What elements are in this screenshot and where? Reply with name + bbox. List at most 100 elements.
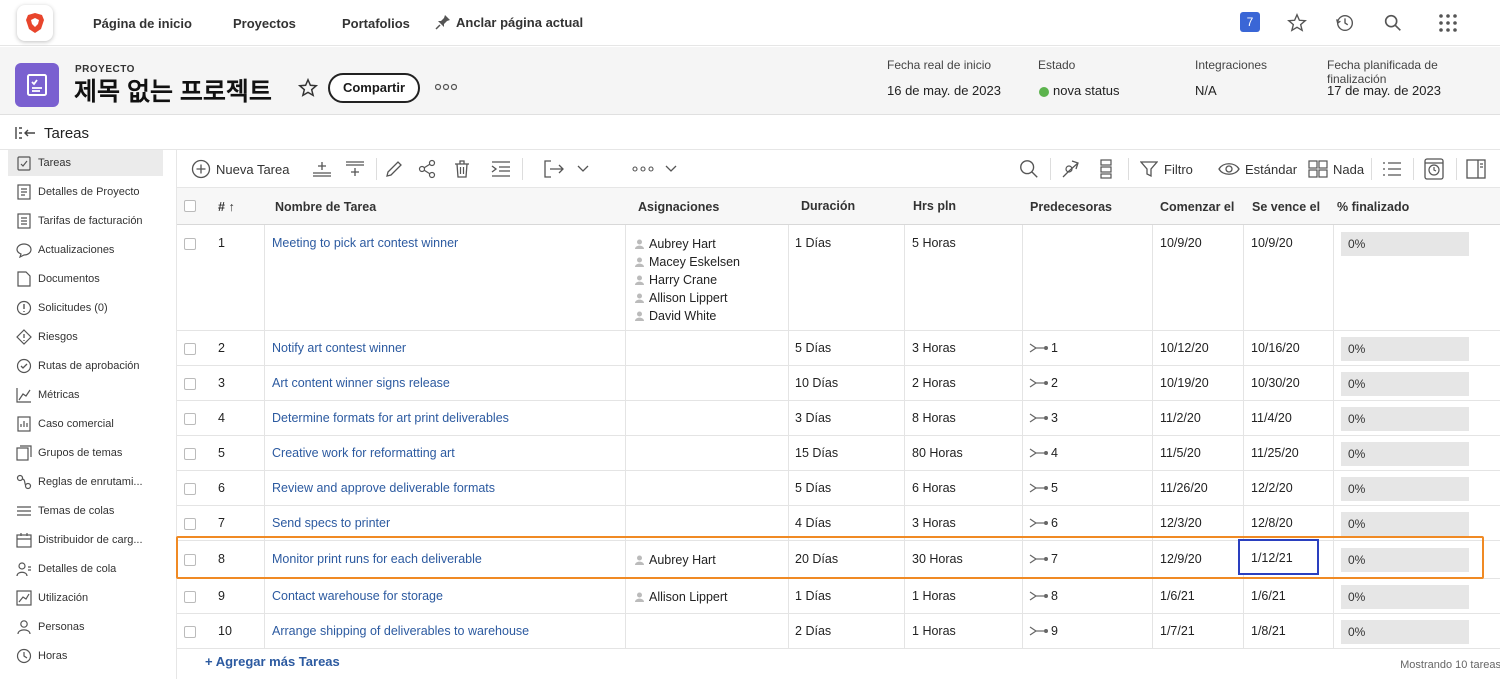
sidebar-item-billing[interactable]: Tarifas de facturación (8, 208, 163, 234)
assignee[interactable]: Harry Crane (635, 271, 740, 289)
grouping-button[interactable]: Nada (1308, 159, 1364, 179)
percent-complete-bar[interactable]: 0% (1341, 407, 1469, 431)
side-panel-icon[interactable] (1466, 159, 1486, 179)
predecessor-map-icon[interactable] (1060, 159, 1082, 179)
planned-hours-value[interactable]: 1 Horas (912, 624, 956, 638)
insert-below-icon[interactable] (345, 159, 365, 179)
search-icon[interactable] (1018, 159, 1040, 179)
duration-value[interactable]: 1 Días (795, 589, 831, 603)
table-row[interactable]: 2 Notify art contest winner 5 Días 3 Horas 1… (177, 331, 1500, 366)
sidebar-item-workload[interactable]: Distribuidor de carg... (8, 527, 163, 553)
start-date[interactable]: 11/5/20 (1160, 446, 1201, 460)
planned-hours-value[interactable]: 8 Horas (912, 411, 956, 425)
row-checkbox[interactable] (184, 378, 196, 390)
sidebar-item-queue-topics[interactable]: Temas de colas (8, 498, 163, 524)
row-checkbox[interactable] (184, 518, 196, 530)
assignments-cell[interactable]: Allison Lippert (635, 588, 728, 606)
search-icon[interactable] (1382, 12, 1404, 34)
task-name-link[interactable]: Monitor print runs for each deliverable (272, 552, 482, 566)
table-row[interactable]: 4 Determine formats for art print deliver… (177, 401, 1500, 436)
table-row[interactable]: 5 Creative work for reformatting art 15 Dí… (177, 436, 1500, 471)
row-checkbox[interactable] (184, 413, 196, 425)
planned-hours-value[interactable]: 2 Horas (912, 376, 956, 390)
due-date[interactable]: 10/30/20 (1251, 376, 1300, 390)
hierarchy-icon[interactable] (1096, 159, 1116, 179)
task-name-link[interactable]: Arrange shipping of deliverables to ware… (272, 624, 529, 638)
duration-value[interactable]: 2 Días (795, 624, 831, 638)
export-icon[interactable] (543, 159, 565, 179)
row-checkbox[interactable] (184, 238, 196, 250)
row-checkbox[interactable] (184, 626, 196, 638)
percent-complete-bar[interactable]: 0% (1341, 512, 1469, 536)
sidebar-item-requests[interactable]: Solicitudes (0) (8, 295, 163, 321)
col-header-due[interactable]: Se vence el (1252, 200, 1320, 214)
sidebar-item-utilization[interactable]: Utilización (8, 585, 163, 611)
due-date[interactable]: 12/2/20 (1251, 481, 1293, 495)
sidebar-item-project-details[interactable]: Detalles de Proyecto (8, 179, 163, 205)
due-date[interactable]: 11/25/20 (1251, 446, 1299, 460)
list-view-icon[interactable] (1382, 159, 1402, 179)
duration-value[interactable]: 4 Días (795, 516, 831, 530)
planned-hours-value[interactable]: 5 Horas (912, 236, 956, 250)
sidebar-item-updates[interactable]: Actualizaciones (8, 237, 163, 263)
row-checkbox[interactable] (184, 343, 196, 355)
sidebar-item-routing-rules[interactable]: Reglas de enrutami... (8, 469, 163, 495)
table-row[interactable]: 6 Review and approve deliverable formats 5… (177, 471, 1500, 506)
row-checkbox[interactable] (184, 591, 196, 603)
col-header-duration[interactable]: Duración (801, 199, 855, 213)
duration-value[interactable]: 10 Días (795, 376, 838, 390)
nav-projects[interactable]: Proyectos (233, 16, 296, 31)
duration-value[interactable]: 5 Días (795, 341, 831, 355)
select-all-checkbox[interactable] (184, 200, 196, 212)
row-checkbox[interactable] (184, 448, 196, 460)
sidebar-item-tasks[interactable]: Tareas (8, 150, 163, 176)
sidebar-item-queue-details[interactable]: Detalles de cola (8, 556, 163, 582)
history-icon[interactable] (1334, 12, 1356, 34)
predecessor-value[interactable]: 2 (1029, 376, 1058, 390)
table-row[interactable]: 1 Meeting to pick art contest winner Aubre… (177, 225, 1500, 331)
favorite-star-icon[interactable] (297, 77, 319, 99)
percent-complete-bar[interactable]: 0% (1341, 548, 1469, 572)
task-name-link[interactable]: Notify art contest winner (272, 341, 406, 355)
table-row[interactable]: 7 Send specs to printer 4 Días 3 Horas 6 12/3… (177, 506, 1500, 541)
app-grid-icon[interactable] (1437, 12, 1459, 34)
share-button[interactable]: Compartir (328, 73, 420, 103)
duration-value[interactable]: 3 Días (795, 411, 831, 425)
task-name-link[interactable]: Meeting to pick art contest winner (272, 236, 458, 250)
duration-value[interactable]: 20 Días (795, 552, 838, 566)
due-date-cell-selected[interactable]: 1/12/21 (1238, 539, 1319, 575)
star-icon[interactable] (1286, 12, 1308, 34)
sidebar-item-business-case[interactable]: Caso comercial (8, 411, 163, 437)
predecessor-value[interactable]: 9 (1029, 624, 1058, 638)
col-header-predecessors[interactable]: Predecesoras (1030, 200, 1112, 214)
sidebar-item-approvals[interactable]: Rutas de aprobación (8, 353, 163, 379)
meta-status-value[interactable]: nova status (1053, 83, 1120, 98)
table-row[interactable]: 10 Arrange shipping of deliverables to wa… (177, 614, 1500, 649)
start-date[interactable]: 10/12/20 (1160, 341, 1209, 355)
table-row[interactable]: 9 Contact warehouse for storage Allison Li… (177, 579, 1500, 614)
sidebar-item-topic-groups[interactable]: Grupos de temas (8, 440, 163, 466)
share-icon[interactable] (417, 159, 437, 179)
start-date[interactable]: 10/9/20 (1160, 236, 1202, 250)
percent-complete-bar[interactable]: 0% (1341, 585, 1469, 609)
more-actions-icon[interactable] (632, 159, 654, 179)
task-name-link[interactable]: Review and approve deliverable formats (272, 481, 495, 495)
sidebar-item-hours[interactable]: Horas (8, 643, 163, 669)
duration-value[interactable]: 15 Días (795, 446, 838, 460)
task-name-link[interactable]: Contact warehouse for storage (272, 589, 443, 603)
table-row[interactable]: 3 Art content winner signs release 10 Días… (177, 366, 1500, 401)
task-name-link[interactable]: Determine formats for art print delivera… (272, 411, 509, 425)
task-name-link[interactable]: Art content winner signs release (272, 376, 450, 390)
predecessor-value[interactable]: 3 (1029, 411, 1058, 425)
assignments-cell[interactable]: Aubrey Hart (635, 551, 716, 569)
percent-complete-bar[interactable]: 0% (1341, 232, 1469, 256)
new-task-button[interactable]: Nueva Tarea (191, 159, 289, 179)
duration-value[interactable]: 1 Días (795, 236, 831, 250)
planned-hours-value[interactable]: 80 Horas (912, 446, 963, 460)
col-header-name[interactable]: Nombre de Tarea (275, 200, 376, 214)
assignee[interactable]: Allison Lippert (635, 588, 728, 606)
app-logo[interactable] (17, 5, 53, 41)
predecessor-value[interactable]: 1 (1029, 341, 1058, 355)
insert-above-icon[interactable] (312, 159, 332, 179)
percent-complete-bar[interactable]: 0% (1341, 620, 1469, 644)
